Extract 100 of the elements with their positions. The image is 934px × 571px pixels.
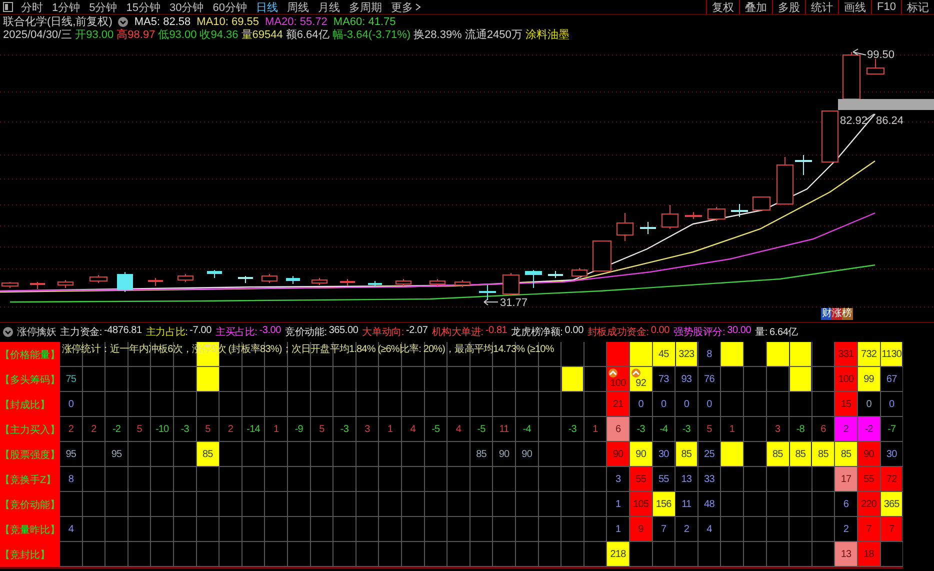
table-cell-text: -9 [294,422,304,436]
quote-value: 量69544 [241,28,283,42]
table-cell-text: 0 [637,398,644,412]
period-tab[interactable]: 日线 [256,0,278,14]
candlestick [178,274,194,282]
table-cell-text: -5 [476,422,486,436]
price-label: 31.77 [500,297,528,309]
table-cell-text: 2 [226,422,234,436]
period-tab[interactable]: 5分钟 [89,0,118,14]
table-cell-text: -4 [522,422,532,436]
metric-value: -4876.81 [104,324,142,338]
table-cell-text: -8 [795,422,806,436]
candlestick [368,280,382,288]
moving-average-value: MA10: 69.55 [196,16,260,28]
candlestick [548,270,563,278]
candlestick [502,272,520,296]
table-cell: 331 [835,342,857,366]
table-cell-text: 3 [614,472,622,486]
metric-value: -0.81 [485,324,508,338]
table-cell: -2 [858,417,880,441]
table-cell-text: 73 [657,372,670,386]
candlestick [842,52,860,100]
metric-value: 6.64亿 [770,326,798,338]
table-cell-text: 1 [386,422,394,436]
metric-label: 主力占比: [146,326,188,338]
quote-value: 额6.64亿 [286,28,330,42]
metric-label: 机构大单进: [432,326,484,338]
table-cell-text: -3 [567,422,578,436]
table-cell: 92 [630,367,652,391]
metric-label: 大单动向: [362,326,404,338]
table-cell-text: -7 [886,422,897,436]
table-cell-text: 5 [706,422,713,436]
row-label: 【价格能量】 [0,342,60,367]
indicator-name: 涨停擒妖 [17,326,56,338]
candlestick [640,222,656,234]
table-cell: 365 [880,492,902,516]
quote-date: 2025/04/30/三 [3,28,72,42]
table-cell: 1130 [880,342,902,366]
panel-icon[interactable] [3,2,13,12]
period-tab[interactable]: 30分钟 [170,0,204,14]
metric-label: 主力资金: [60,326,102,338]
period-tab[interactable]: 多周期 [349,0,382,14]
candlestick [822,110,838,162]
candlestick [286,276,300,284]
period-tab[interactable]: 60分钟 [212,0,247,14]
quote-value: 低93.00 [158,28,197,42]
table-cell-text: 1 [728,422,736,436]
candlestick [454,280,470,288]
metric-label: 封板成功资金: [587,326,649,338]
table-cell: 21 [607,392,629,416]
table-cell-text: 0 [706,398,713,412]
candlestick [148,278,163,286]
table-cell: 90 [630,442,652,466]
table-cell: 13 [835,542,857,566]
table-cell-text: 30 [657,448,670,462]
table-cell-text: 6 [820,422,827,436]
quote-value: 幅-3.64(-3.71%) [332,28,411,42]
table-cell-text: 11 [498,422,510,436]
candlestick [525,270,542,288]
table-cell-text: 5 [318,422,326,436]
table-cell-text: 5 [136,422,143,436]
table-cell: 156 [652,492,675,516]
period-tab[interactable]: 周线 [287,0,309,14]
candlestick [430,278,446,286]
period-tab[interactable]: 更多 [391,0,421,14]
table-cell-text: 0 [660,398,668,412]
candlestick [795,154,812,176]
quote-value: 换28.39% [414,28,462,42]
table-cell: 72 [880,467,902,491]
table-cell-text: 6 [842,498,850,512]
candlestick [396,278,412,286]
table-cell-text: 4 [706,522,713,536]
candlestick [866,58,884,74]
metric-label: 主买占比: [215,326,258,338]
moving-average-value: MA20: 55.72 [265,16,328,28]
table-cell: 18 [858,542,880,566]
table-cell-text: -3 [636,422,646,436]
table-cell: 100 [607,367,629,391]
dropdown-icon[interactable] [3,326,13,336]
period-tab[interactable]: 月线 [318,0,340,14]
row-label: 【竞量昨比】 [0,517,60,542]
period-tab[interactable]: 1分钟 [52,0,80,14]
metric-value: -2.07 [406,324,428,338]
dropdown-icon[interactable] [118,16,128,26]
table-cell-text: -5 [430,422,441,436]
table-cell: 2 [835,417,857,441]
table-cell-text: 2 [90,422,98,436]
metric-value: 30.00 [727,324,752,338]
period-tab[interactable]: 15分钟 [126,0,160,14]
quote-value: 开93.00 [75,28,114,42]
table-cell-text: 48 [703,498,716,512]
table-cell: 220 [858,492,880,516]
quote-value: 高98.97 [116,28,156,42]
metric-label: 龙虎榜净额: [511,326,563,338]
table-cell-text: 0 [67,398,74,412]
table-cell-text: 4 [454,422,462,436]
table-cell-text: 1 [272,422,280,436]
table-cell-text: 13 [680,472,693,486]
period-tab[interactable]: 分时 [21,0,43,14]
quote-value: 收94.36 [200,28,238,42]
